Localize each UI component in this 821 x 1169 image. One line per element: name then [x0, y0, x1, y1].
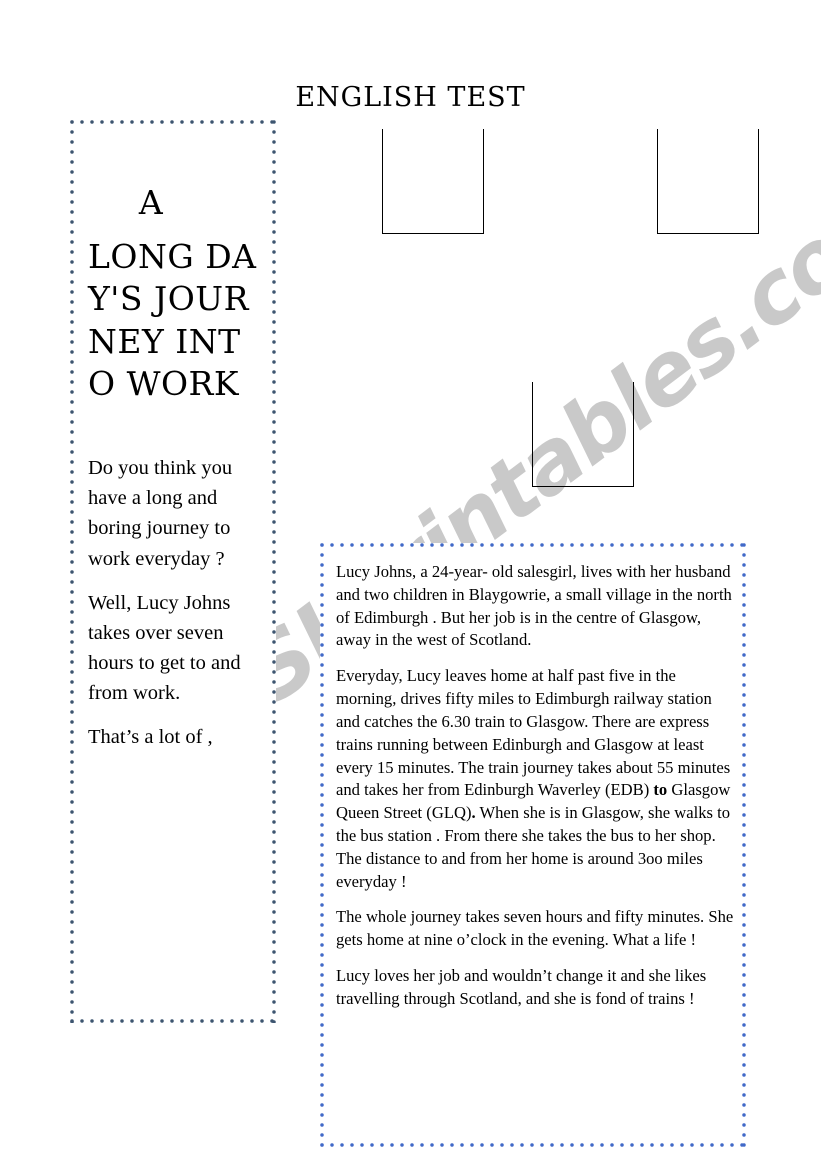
- sidebar-paragraph-3: That’s a lot of ,: [88, 726, 213, 749]
- poster-title: A LONG DAY'S JOURNEY INTO WORK: [84, 182, 266, 405]
- poster-title-line-2: LONG: [88, 237, 195, 277]
- reading-text-panel: Lucy Johns, a 24-year- old salesgirl, li…: [320, 543, 746, 1147]
- sidebar-content: A LONG DAY'S JOURNEY INTO WORK Do you thi…: [84, 136, 266, 1017]
- poster-title-line-1: A: [138, 183, 164, 222]
- reading-panel-border-left: [320, 543, 324, 1147]
- reading-paragraph-1: Lucy Johns, a 24-year- old salesgirl, li…: [336, 562, 732, 650]
- sidebar-border-right: [272, 120, 276, 1023]
- reading-panel-content: Lucy Johns, a 24-year- old salesgirl, li…: [336, 561, 734, 1139]
- image-placeholder-1[interactable]: [382, 129, 484, 234]
- reading-panel-border-right: [742, 543, 746, 1147]
- reading-paragraph-2-bold-to: to: [653, 780, 668, 800]
- poster-title-line-6: WORK: [126, 363, 240, 403]
- reading-panel-border-bottom: [320, 1143, 746, 1147]
- sidebar-panel: A LONG DAY'S JOURNEY INTO WORK Do you thi…: [70, 120, 276, 1023]
- image-placeholder-3[interactable]: [532, 382, 634, 487]
- sidebar-paragraph-1: Do you think you have a long and boring …: [88, 457, 233, 570]
- sidebar-border-left: [70, 120, 74, 1023]
- sidebar-border-bottom: [70, 1019, 276, 1023]
- sidebar-border-top: [70, 120, 276, 124]
- reading-paragraph-2: Everyday, Lucy leaves home at half past …: [336, 665, 734, 893]
- reading-paragraph-3: The whole journey takes seven hours and …: [336, 907, 734, 950]
- reading-paragraph-4: Lucy loves her job and wouldn’t change i…: [336, 966, 707, 1008]
- sidebar-paragraph-2: Well, Lucy Johns takes over seven hours …: [88, 591, 241, 705]
- reading-panel-border-top: [320, 543, 746, 547]
- page-title: ENGLISH TEST: [295, 82, 526, 113]
- sidebar-body: Do you think you have a long and boring …: [84, 453, 266, 752]
- image-placeholder-2[interactable]: [657, 129, 759, 234]
